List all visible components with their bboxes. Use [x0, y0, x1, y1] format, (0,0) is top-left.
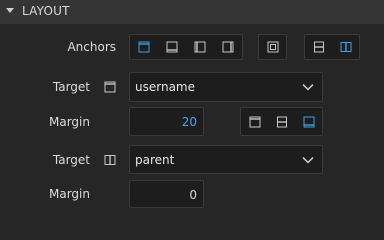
- anchor-top-icon: [104, 81, 116, 93]
- anchor-fill-icon: [267, 41, 278, 53]
- anchor-top-button[interactable]: [130, 35, 158, 59]
- triangle-down-icon[interactable]: [6, 8, 14, 14]
- align-bottom-icon: [303, 116, 314, 127]
- anchor-horizontal-center-icon: [104, 155, 116, 165]
- align-bottom-button[interactable]: [295, 108, 322, 135]
- chevron-down-icon: [302, 156, 314, 164]
- margin-label: Margin: [49, 115, 90, 129]
- target-label-2: Target: [52, 153, 90, 167]
- anchor-horizontal-center-icon: [340, 42, 351, 52]
- anchor-left-icon: [194, 41, 206, 53]
- margin-value-2: 0: [189, 188, 197, 202]
- anchor-fill-group: [258, 34, 287, 60]
- anchor-right-icon: [222, 41, 234, 53]
- anchors-label: Anchors: [67, 40, 116, 54]
- margin-label-2: Margin: [49, 187, 90, 201]
- align-center-icon: [276, 116, 287, 127]
- margin-input-2[interactable]: 0: [129, 180, 204, 208]
- target-value: username: [135, 80, 195, 94]
- margin-value: 20: [181, 115, 197, 129]
- chevron-down-icon: [302, 83, 314, 91]
- anchor-top-icon: [138, 41, 150, 53]
- target-label: Target: [52, 80, 90, 94]
- anchor-right-button[interactable]: [214, 35, 242, 59]
- margin-input[interactable]: 20: [129, 107, 204, 136]
- anchor-center-group: [304, 34, 360, 60]
- anchor-edge-group: [129, 34, 243, 60]
- align-center-button[interactable]: [268, 108, 295, 135]
- align-group: [240, 107, 323, 136]
- align-top-icon: [249, 116, 260, 127]
- section-title: LAYOUT: [22, 4, 70, 18]
- anchor-fill-button[interactable]: [259, 35, 286, 59]
- anchor-left-button[interactable]: [186, 35, 214, 59]
- anchor-horizontal-center-button[interactable]: [332, 35, 359, 59]
- anchor-bottom-button[interactable]: [158, 35, 186, 59]
- target-value-2: parent: [135, 153, 175, 167]
- target-dropdown[interactable]: username: [129, 72, 323, 102]
- target-dropdown-2[interactable]: parent: [129, 145, 323, 174]
- anchor-bottom-icon: [166, 41, 178, 53]
- section-header[interactable]: LAYOUT: [0, 0, 384, 24]
- anchor-vertical-center-button[interactable]: [305, 35, 332, 59]
- align-top-button[interactable]: [241, 108, 268, 135]
- anchor-vertical-center-icon: [313, 41, 324, 53]
